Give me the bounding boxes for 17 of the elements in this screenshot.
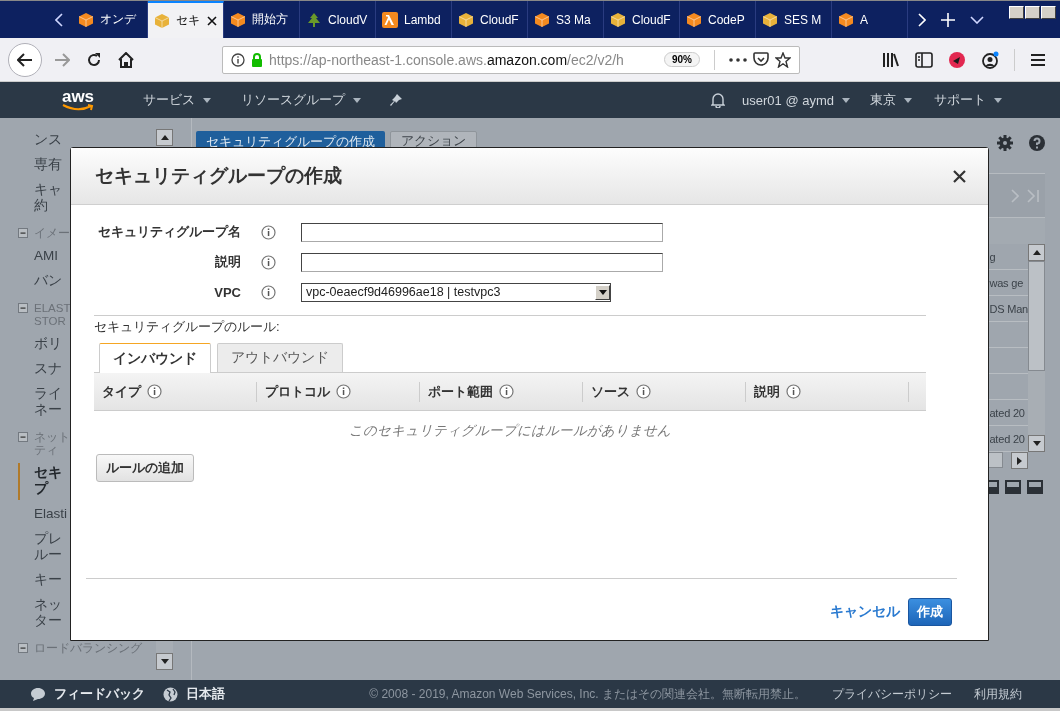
table-cell: was ge bbox=[989, 276, 1024, 289]
table-cell: DS Man bbox=[989, 302, 1028, 315]
column-header: ソース bbox=[591, 382, 630, 401]
field-label: セキュリティグループ名 bbox=[97, 223, 241, 241]
column-header: ポート範囲 bbox=[428, 382, 493, 401]
table-cell: ated 20 bbox=[989, 432, 1025, 445]
copyright-text: © 2008 - 2019, Amazon Web Services, Inc. またはその関連会社。無断転用禁止。 bbox=[369, 685, 806, 703]
table-cell: ated 20 bbox=[989, 406, 1025, 419]
table-cell: g bbox=[989, 250, 996, 263]
column-header: プロトコル bbox=[265, 382, 330, 401]
field-label: VPC bbox=[213, 284, 241, 300]
rules-label: セキュリティグループのルール: bbox=[94, 318, 281, 336]
column-header: 説明 bbox=[754, 382, 780, 401]
empty-message: このセキュリティグループにはルールがありません bbox=[348, 422, 672, 440]
field-label: 説明 bbox=[214, 253, 241, 271]
dialog-title: セキュリティグループの作成 bbox=[95, 164, 342, 188]
column-header: タイプ bbox=[102, 382, 141, 401]
